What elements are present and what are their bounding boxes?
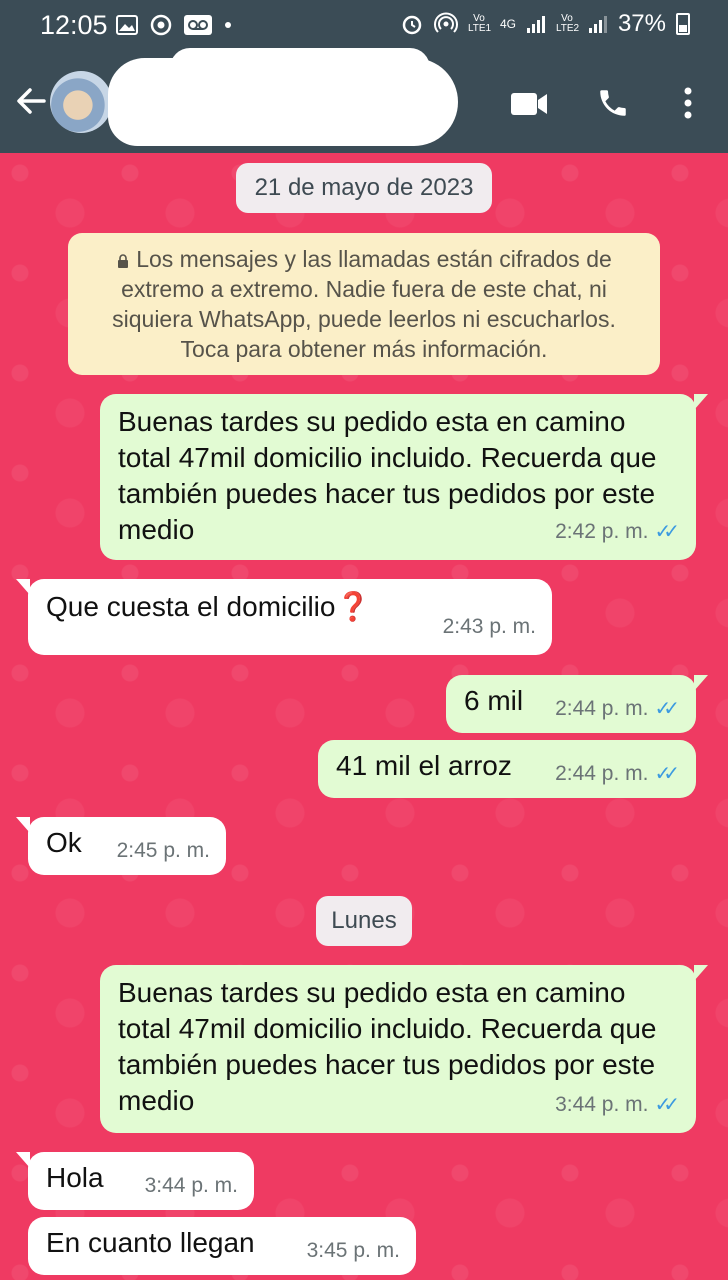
dot-icon	[225, 22, 231, 28]
signal1-icon	[526, 16, 545, 33]
contact-avatar[interactable]	[50, 71, 112, 133]
volte2-label: Vo LTE2	[555, 13, 580, 34]
video-call-icon[interactable]	[510, 91, 548, 117]
battery-percent: 37%	[617, 10, 666, 37]
message-bubble-outgoing[interactable]: 41 mil el arroz 2:44 p. m. ✓✓	[318, 740, 696, 798]
date-separator: 21 de mayo de 2023	[236, 163, 492, 213]
message-meta: 3:44 p. m.	[145, 1168, 238, 1204]
hotspot-icon	[433, 12, 458, 33]
date-separator: Lunes	[316, 896, 412, 946]
message-time: 3:44 p. m.	[144, 1174, 238, 1197]
gallery-icon	[116, 15, 138, 35]
message-bubble-incoming[interactable]: Ok 2:45 p. m.	[16, 817, 226, 875]
message-meta: 2:45 p. m.	[117, 833, 210, 869]
message-text: Hola	[46, 1162, 104, 1193]
message-text: 41 mil el arroz	[336, 750, 512, 781]
message-time: 2:43 p. m.	[442, 615, 536, 638]
message-bubble-outgoing[interactable]: Buenas tardes su pedido esta en camino t…	[100, 965, 708, 1133]
question-mark-emoji: ❓	[335, 591, 371, 622]
phone-icon[interactable]	[596, 86, 630, 120]
message-text: Ok	[46, 827, 82, 858]
battery-icon	[676, 13, 690, 35]
message-meta: 3:44 p. m. ✓✓	[555, 1087, 680, 1123]
message-bubble-incoming[interactable]: Hola 3:44 p. m.	[16, 1152, 254, 1210]
notification-icons	[116, 14, 232, 36]
redacted-area	[170, 48, 430, 88]
message-meta: 2:44 p. m. ✓✓	[555, 756, 680, 792]
encryption-notice[interactable]: Los mensajes y las llamadas están cifrad…	[68, 233, 660, 375]
message-time: 2:42 p. m.	[555, 520, 649, 543]
message-bubble-outgoing[interactable]: Buenas tardes su pedido esta en camino t…	[100, 394, 708, 560]
message-time: 2:45 p. m.	[116, 839, 210, 862]
double-check-icon: ✓✓	[654, 763, 679, 785]
status-bar: 12:05 Vo LTE1 4G Vo LTE2 37%	[0, 0, 728, 52]
message-text: En cuanto llegan	[46, 1227, 255, 1258]
system-icons: Vo LTE1 4G Vo LTE2 37%	[400, 10, 690, 38]
chrome-icon	[150, 14, 172, 36]
more-vert-icon[interactable]	[682, 86, 694, 120]
alarm-icon	[402, 15, 422, 35]
network-type-label: 4G	[499, 17, 516, 31]
chat-header	[0, 48, 728, 153]
message-time: 2:44 p. m.	[555, 697, 649, 720]
status-time: 12:05	[40, 10, 108, 40]
message-time: 3:44 p. m.	[555, 1093, 649, 1116]
message-meta: 2:44 p. m. ✓✓	[555, 691, 680, 727]
message-meta: 2:42 p. m. ✓✓	[555, 514, 680, 550]
double-check-icon: ✓✓	[654, 521, 679, 543]
double-check-icon: ✓✓	[654, 1094, 679, 1116]
voicemail-icon	[184, 15, 212, 35]
message-text: Que cuesta el domicilio	[46, 591, 336, 622]
message-bubble-outgoing[interactable]: 6 mil 2:44 p. m. ✓✓	[446, 675, 708, 733]
message-bubble-incoming[interactable]: En cuanto llegan 3:45 p. m.	[28, 1217, 416, 1275]
chat-area[interactable]: 21 de mayo de 2023 Los mensajes y las ll…	[0, 153, 728, 1280]
message-text: 6 mil	[464, 685, 524, 716]
lock-icon	[118, 254, 129, 268]
message-bubble-incoming[interactable]: Que cuesta el domicilio❓ 2:43 p. m.	[16, 579, 552, 655]
double-check-icon: ✓✓	[654, 698, 679, 720]
back-arrow-icon[interactable]	[14, 84, 48, 118]
message-meta: 3:45 p. m.	[307, 1233, 400, 1269]
message-time: 2:44 p. m.	[555, 762, 649, 785]
message-time: 3:45 p. m.	[306, 1239, 400, 1262]
signal2-icon	[588, 16, 607, 33]
volte1-label: Vo LTE1	[467, 13, 492, 34]
encryption-notice-text: Los mensajes y las llamadas están cifrad…	[112, 246, 616, 362]
message-meta: 2:43 p. m.	[443, 609, 536, 645]
